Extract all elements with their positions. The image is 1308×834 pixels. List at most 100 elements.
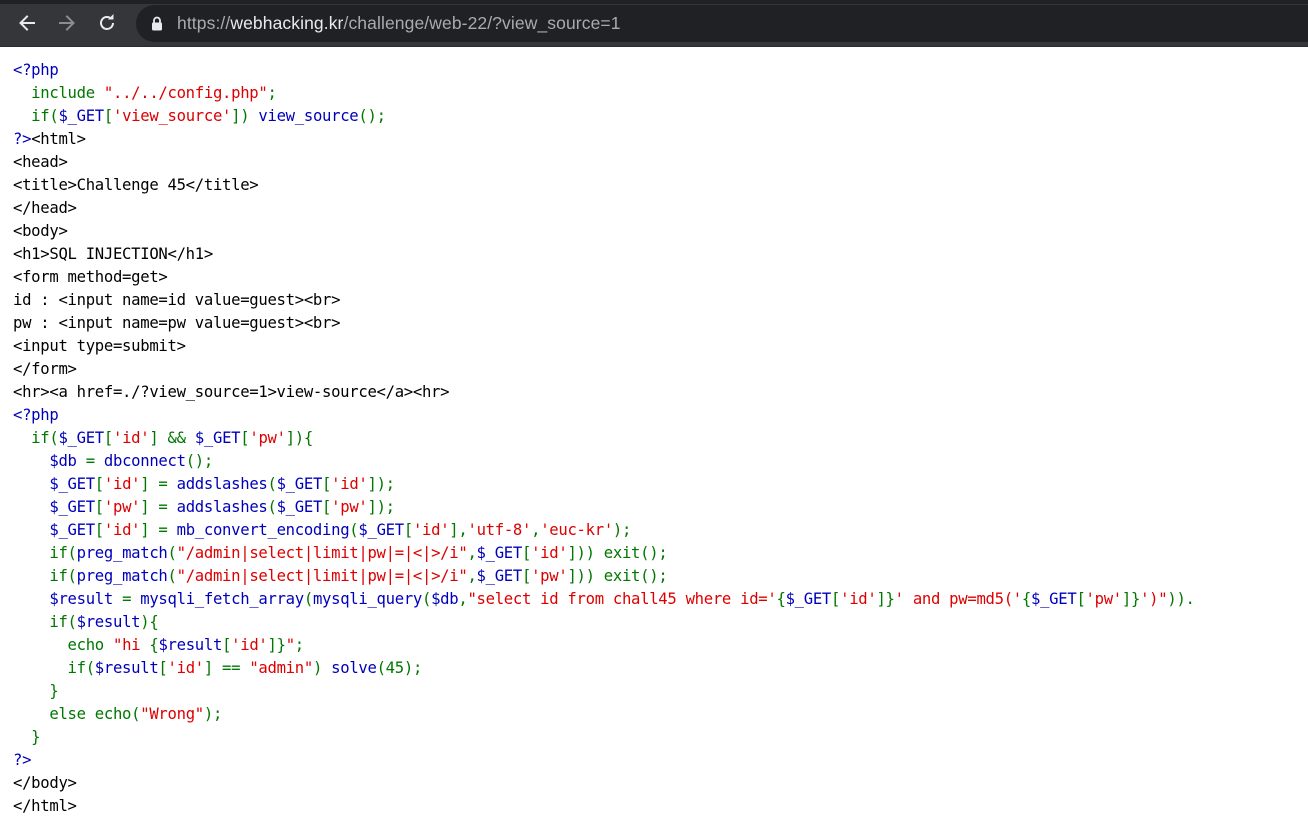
source-token: if( <box>13 544 77 562</box>
source-token: 'pw' <box>1085 590 1123 608</box>
source-token: addslashes <box>176 498 268 516</box>
source-token: <head> <box>13 153 68 171</box>
source-token: [ <box>222 636 232 654</box>
source-token: $_GET <box>276 498 323 516</box>
source-token: , <box>467 544 477 562</box>
source-token: 'view_source' <box>113 107 232 125</box>
reload-button[interactable] <box>92 9 122 37</box>
source-token: { <box>776 590 786 608</box>
source-line: echo "hi {$result['id']}"; <box>13 634 1308 657</box>
source-token: 'pw' <box>331 498 368 516</box>
source-token: [ <box>521 567 532 585</box>
source-token: $_GET <box>58 107 104 125</box>
source-token: [ <box>322 475 332 493</box>
source-token: "select id from chall45 where id=' <box>467 590 777 608</box>
source-token: )). <box>1167 590 1195 608</box>
source-line: $_GET['id'] = addslashes($_GET['id']); <box>13 473 1308 496</box>
source-line: $db = dbconnect(); <box>13 450 1308 473</box>
source-line: ?> <box>13 749 1308 772</box>
source-token: ( <box>267 498 277 516</box>
source-token: $db <box>13 452 86 470</box>
address-bar[interactable]: https://webhacking.kr/challenge/web-22/?… <box>136 5 1308 42</box>
source-line: </head> <box>13 197 1308 220</box>
source-line: else echo("Wrong"); <box>13 703 1308 726</box>
source-token: ]} <box>1121 590 1141 608</box>
source-line: <?php <box>13 404 1308 427</box>
source-token: $db <box>431 590 459 608</box>
source-token: ); <box>203 705 223 723</box>
source-token: mb_convert_encoding <box>176 521 350 539</box>
source-token: $_GET <box>1031 590 1077 608</box>
source-token: <body> <box>13 222 68 240</box>
source-token: ?> <box>13 130 32 148</box>
source-token: "/admin|select|limit|pw|=|<|>/i" <box>176 567 468 585</box>
source-token: 'id' <box>167 659 205 677</box>
reload-icon <box>100 14 114 30</box>
source-token: ] && <box>149 429 195 447</box>
source-token: $_GET <box>476 567 523 585</box>
source-token: ( <box>167 544 177 562</box>
source-token: ] = <box>140 498 177 516</box>
source-line: if($_GET['view_source']) view_source(); <box>13 105 1308 128</box>
source-token: view_source <box>258 107 359 125</box>
source-token: 'id' <box>840 590 877 608</box>
source-line: <title>Challenge 45</title> <box>13 174 1308 197</box>
source-token: 'id' <box>331 475 368 493</box>
source-token: </html> <box>13 797 77 815</box>
source-token: $result <box>94 659 159 677</box>
source-token: ], <box>449 521 468 539</box>
source-token: $_GET <box>358 521 404 539</box>
source-token: ?> <box>13 751 32 769</box>
source-token: , <box>467 567 477 585</box>
page-content: <?php include "../../config.php"; if($_G… <box>0 47 1308 834</box>
source-token: if( <box>13 659 96 677</box>
source-token: ')" <box>1140 590 1168 608</box>
source-token: <h1>SQL INJECTION</h1> <box>13 245 213 263</box>
url-text[interactable]: https://webhacking.kr/challenge/web-22/?… <box>177 13 621 34</box>
source-token: if( <box>13 567 77 585</box>
source-token: $_GET <box>276 475 323 493</box>
source-token: " <box>285 636 295 654</box>
source-token: <input type=submit> <box>13 337 186 355</box>
source-token: <?php <box>13 61 59 79</box>
source-token: "Wrong" <box>140 705 204 723</box>
source-token: ] = <box>140 475 177 493</box>
source-token: ; <box>294 636 304 654</box>
source-token: [ <box>322 498 332 516</box>
source-token: $result <box>76 613 141 631</box>
source-token: "admin" <box>249 659 313 677</box>
source-token: ] = <box>140 521 177 539</box>
source-token: </form> <box>13 360 77 378</box>
source-line: <h1>SQL INJECTION</h1> <box>13 243 1308 266</box>
source-token: [ <box>103 107 113 125</box>
source-token: ' and pw=md5(' <box>894 590 1023 608</box>
forward-button[interactable] <box>52 9 82 37</box>
source-token: (); <box>185 452 214 470</box>
source-token: include <box>13 84 104 102</box>
back-button[interactable] <box>12 9 42 37</box>
source-token: ); <box>612 521 632 539</box>
lock-icon[interactable] <box>151 16 165 32</box>
source-token: ]); <box>367 475 396 493</box>
source-token: ]){ <box>285 429 314 447</box>
source-line: if($result){ <box>13 611 1308 634</box>
source-token: 'utf-8' <box>467 521 532 539</box>
php-source-view: <?php include "../../config.php"; if($_G… <box>0 47 1308 818</box>
source-token: <form method=get> <box>13 268 168 286</box>
source-token: </body> <box>13 774 77 792</box>
source-line: $_GET['id'] = mb_convert_encoding($_GET[… <box>13 519 1308 542</box>
source-line: if(preg_match("/admin|select|limit|pw|=|… <box>13 565 1308 588</box>
source-line: if($_GET['id'] && $_GET['pw']){ <box>13 427 1308 450</box>
source-token: addslashes <box>176 475 268 493</box>
source-line: ?><html> <box>13 128 1308 151</box>
source-token: ( <box>422 590 432 608</box>
source-token: if( <box>13 613 77 631</box>
source-token: $_GET <box>13 498 95 516</box>
source-line: <?php <box>13 59 1308 82</box>
source-line: pw : <input name=pw value=guest><br> <box>13 312 1308 335</box>
source-line: <head> <box>13 151 1308 174</box>
source-token: ] == <box>203 659 250 677</box>
source-token: { <box>1021 590 1031 608</box>
source-token: echo <box>13 636 113 654</box>
source-line: <form method=get> <box>13 266 1308 289</box>
